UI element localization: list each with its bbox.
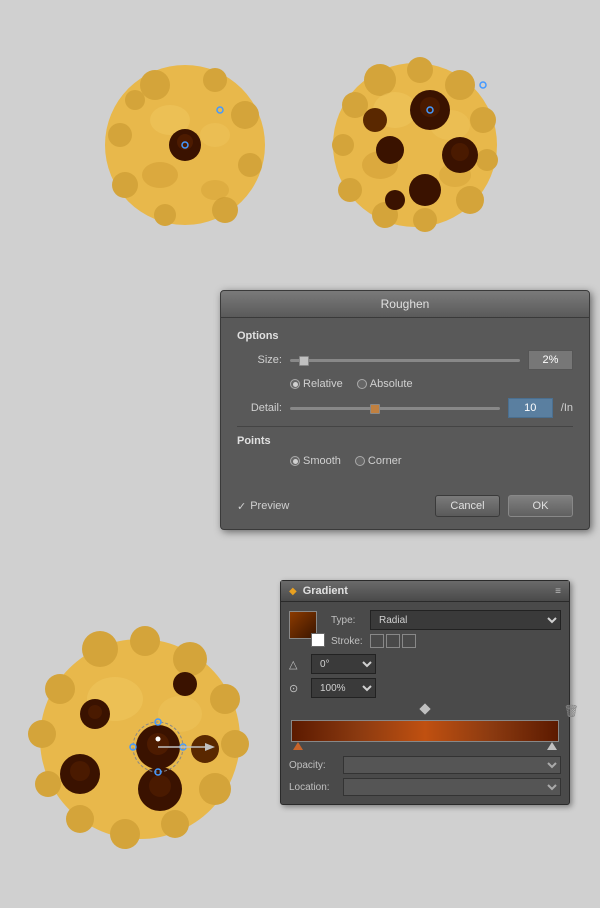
- location-row: Location:: [289, 778, 561, 796]
- angle-row: △ 0°: [289, 654, 561, 674]
- stroke-preview: [311, 633, 325, 647]
- smooth-radio[interactable]: Smooth: [290, 455, 341, 467]
- size-input[interactable]: [528, 350, 573, 370]
- location-label: Location:: [289, 782, 339, 793]
- detail-slider[interactable]: [290, 407, 500, 410]
- gradient-stop-left[interactable]: [293, 742, 303, 750]
- opacity-label: Opacity:: [289, 760, 339, 771]
- dialog-titlebar: Roughen: [221, 291, 589, 318]
- absolute-radio-circle[interactable]: [357, 379, 367, 389]
- smooth-radio-circle[interactable]: [290, 456, 300, 466]
- stroke-box-1[interactable]: [370, 634, 384, 648]
- opacity-select[interactable]: [343, 756, 561, 774]
- type-select[interactable]: Radial Linear: [370, 610, 561, 630]
- stroke-indicators: [370, 634, 416, 648]
- panel-menu-icon[interactable]: ≡: [555, 586, 561, 597]
- dialog-title: Roughen: [381, 297, 430, 311]
- angle-icon: △: [289, 658, 307, 671]
- preview-check[interactable]: ✓ Preview: [237, 500, 427, 513]
- cookie-bottom: [20, 619, 260, 859]
- ok-button[interactable]: OK: [508, 495, 573, 517]
- gradient-type-row: Type: Radial Linear Stroke:: [289, 610, 561, 648]
- detail-thumb[interactable]: [370, 404, 380, 414]
- angle-select[interactable]: 0°: [311, 654, 376, 674]
- divider: [237, 426, 573, 427]
- gradient-panel: ◆ Gradient ≡ Type: Radial Linear: [280, 580, 570, 805]
- stroke-box-3[interactable]: [402, 634, 416, 648]
- cookie-right: [315, 45, 515, 245]
- size-slider[interactable]: [290, 359, 520, 362]
- detail-unit: /In: [561, 402, 573, 414]
- detail-input[interactable]: [508, 398, 553, 418]
- relative-radio-circle[interactable]: [290, 379, 300, 389]
- absolute-radio[interactable]: Absolute: [357, 378, 413, 390]
- panel-titlebar: ◆ Gradient ≡: [281, 581, 569, 602]
- size-label: Size:: [237, 354, 282, 366]
- points-radio-group: Smooth Corner: [290, 455, 573, 467]
- opacity-row: Opacity:: [289, 756, 561, 774]
- gradient-midpoint-handle[interactable]: [419, 703, 430, 714]
- corner-radio[interactable]: Corner: [355, 455, 402, 467]
- cookie-left: [85, 45, 285, 245]
- size-thumb[interactable]: [299, 356, 309, 366]
- cancel-button[interactable]: Cancel: [435, 495, 500, 517]
- points-section-label: Points: [237, 435, 573, 447]
- scale-icon: ⊙: [289, 682, 307, 695]
- gradient-bar[interactable]: [291, 720, 559, 742]
- options-section-label: Options: [237, 330, 573, 342]
- scale-select[interactable]: 100%: [311, 678, 376, 698]
- gradient-stops: [291, 742, 559, 750]
- scale-row: ⊙ 100%: [289, 678, 561, 698]
- size-radio-group: Relative Absolute: [290, 378, 573, 390]
- dialog-footer: ✓ Preview Cancel OK: [221, 487, 589, 529]
- bottom-area: ◆ Gradient ≡ Type: Radial Linear: [0, 570, 600, 908]
- stroke-box-2[interactable]: [386, 634, 400, 648]
- stroke-label: Stroke:: [331, 636, 366, 647]
- preview-checkmark: ✓: [237, 500, 246, 513]
- gradient-bar-container: 🗑: [291, 704, 559, 750]
- corner-radio-circle[interactable]: [355, 456, 365, 466]
- roughen-dialog: Roughen Options Size: Relative Absolute: [220, 290, 590, 530]
- detail-label: Detail:: [237, 402, 282, 414]
- type-label: Type:: [331, 615, 366, 626]
- location-select[interactable]: [343, 778, 561, 796]
- relative-radio[interactable]: Relative: [290, 378, 343, 390]
- gradient-stop-right[interactable]: [547, 742, 557, 750]
- delete-stop-icon[interactable]: 🗑: [564, 704, 579, 718]
- gradient-diamond-icon: ◆: [289, 586, 297, 597]
- preview-label: Preview: [250, 500, 289, 512]
- panel-title: Gradient: [303, 585, 549, 597]
